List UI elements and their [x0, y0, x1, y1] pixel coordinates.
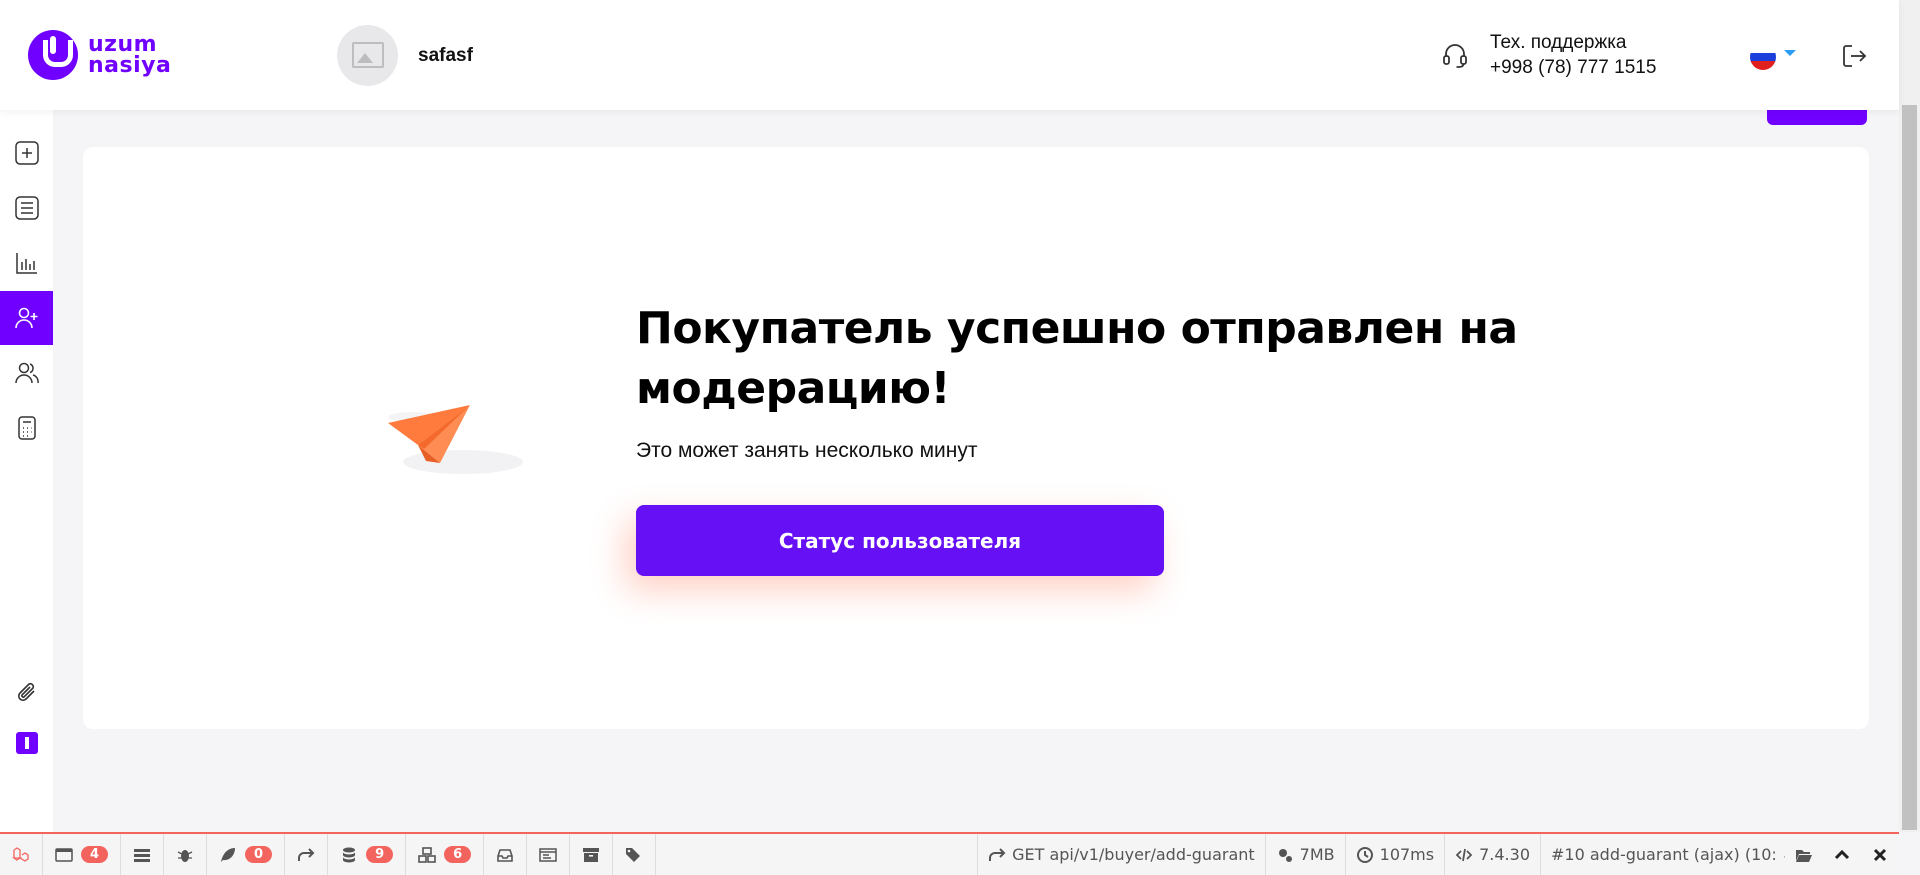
brand-logo[interactable]: uzum nasiya: [28, 30, 171, 80]
debugbar-request-info[interactable]: GET api/v1/buyer/add-guarant: [977, 834, 1265, 875]
success-card: Покупатель успешно отправлен на модераци…: [83, 147, 1869, 729]
tags-icon: [626, 847, 641, 862]
paper-plane-icon: [388, 405, 523, 474]
language-selector[interactable]: [1750, 44, 1796, 70]
list-icon: [14, 196, 39, 220]
queries-count: 9: [366, 846, 394, 863]
messages-count: 4: [81, 846, 109, 863]
sidebar-item-info[interactable]: [0, 732, 53, 754]
image-placeholder-icon: [352, 42, 384, 68]
page-title: Покупатель успешно отправлен на модераци…: [636, 303, 1518, 414]
messages-icon: [55, 847, 73, 862]
user-plus-icon: [14, 307, 37, 329]
debugbar-right: GET api/v1/buyer/add-guarant 7MB 107ms 7…: [977, 834, 1899, 875]
debugbar-models[interactable]: 6: [406, 834, 485, 875]
models-count: 6: [444, 846, 472, 863]
headset-icon: [1440, 40, 1470, 70]
debugbar-logo[interactable]: [0, 834, 43, 875]
page-scrollbar[interactable]: [1899, 0, 1920, 832]
top-header: uzum nasiya safasf Тех. поддержка +998 (…: [0, 0, 1899, 110]
share-icon: [298, 847, 315, 861]
debugbar-memory[interactable]: 7MB: [1264, 834, 1345, 875]
sidebar-item-attachments[interactable]: [0, 680, 53, 706]
folder-open-icon: [1796, 849, 1812, 862]
debugbar-open[interactable]: [1785, 834, 1823, 875]
debugbar-messages[interactable]: 4: [43, 834, 122, 875]
debugbar-maximize[interactable]: [1823, 834, 1861, 875]
scrollbar-thumb[interactable]: [1902, 105, 1917, 830]
sidebar-item-list[interactable]: [0, 181, 53, 235]
avatar[interactable]: [337, 25, 398, 86]
debugbar-timeline[interactable]: [121, 834, 165, 875]
leaf-icon: [221, 847, 236, 862]
debugbar-route[interactable]: [285, 834, 329, 875]
debugbar-views[interactable]: 0: [207, 834, 286, 875]
inbox-icon: [497, 848, 513, 862]
support-block: Тех. поддержка +998 (78) 777 1515: [1440, 30, 1656, 80]
dataset-select[interactable]: #10 add-guarant (ajax) (10: ⌄: [1540, 834, 1785, 875]
memory-value: 7MB: [1299, 845, 1335, 864]
page-subtitle: Это может занять несколько минут: [636, 439, 978, 462]
logout-icon[interactable]: [1840, 42, 1868, 70]
support-phone[interactable]: +998 (78) 777 1515: [1490, 55, 1656, 80]
debugbar-exceptions[interactable]: [164, 834, 208, 875]
calculator-icon: [17, 416, 36, 440]
bar-chart-icon: [15, 253, 37, 274]
user-profile[interactable]: safasf: [337, 25, 473, 86]
sidebar-item-reports[interactable]: [0, 236, 53, 290]
debugbar-request[interactable]: [527, 834, 571, 875]
paperclip-icon: [17, 682, 35, 702]
sidebar-item-add-buyer[interactable]: [0, 291, 53, 345]
sidebar: [0, 110, 53, 832]
share-icon: [989, 847, 1006, 861]
clock-icon: [1356, 846, 1373, 863]
debugbar-php[interactable]: 7.4.30: [1444, 834, 1540, 875]
php-version: 7.4.30: [1479, 845, 1530, 864]
user-status-button[interactable]: Статус пользователя: [636, 505, 1164, 576]
views-count: 0: [245, 846, 273, 863]
sidebar-item-add[interactable]: [0, 126, 53, 180]
logo-line2: nasiya: [88, 53, 172, 78]
debugbar-time[interactable]: 107ms: [1344, 834, 1444, 875]
timeline-icon: [134, 848, 151, 862]
close-icon: [1873, 848, 1887, 861]
dataset-value: #10 add-guarant (ajax) (10:: [1551, 845, 1777, 864]
request-label: GET api/v1/buyer/add-guarant: [1012, 845, 1255, 864]
debug-bar: 4 0 9 6 GET api/v1/buyer/add-guarant 7MB…: [0, 832, 1899, 875]
window-icon: [539, 847, 557, 862]
debugbar-mails[interactable]: [484, 834, 528, 875]
archive-icon: [583, 847, 600, 862]
bug-icon: [177, 849, 193, 862]
cogs-icon: [1278, 848, 1292, 862]
sidebar-item-calculator[interactable]: [0, 401, 53, 455]
time-value: 107ms: [1379, 845, 1435, 864]
laravel-icon: [12, 846, 29, 862]
logo-text: uzum nasiya: [88, 32, 172, 78]
plus-square-icon: [14, 141, 39, 165]
users-icon: [14, 362, 39, 384]
logo-line1: uzum: [88, 32, 158, 57]
logo-mark-icon: [28, 30, 78, 80]
debugbar-session[interactable]: [570, 834, 614, 875]
database-icon: [343, 847, 356, 862]
russia-flag-icon: [1750, 44, 1776, 70]
sidebar-item-buyers[interactable]: [0, 346, 53, 400]
debugbar-tags[interactable]: [613, 834, 657, 875]
cubes-icon: [418, 846, 436, 863]
i-badge-icon: [15, 732, 38, 754]
caret-down-icon: [1784, 50, 1796, 56]
chevron-up-icon: [1834, 849, 1850, 859]
debugbar-queries[interactable]: 9: [328, 834, 407, 875]
code-icon: [1455, 848, 1473, 861]
debugbar-close[interactable]: [1861, 834, 1899, 875]
support-label: Тех. поддержка: [1490, 32, 1627, 53]
username: safasf: [418, 44, 473, 66]
